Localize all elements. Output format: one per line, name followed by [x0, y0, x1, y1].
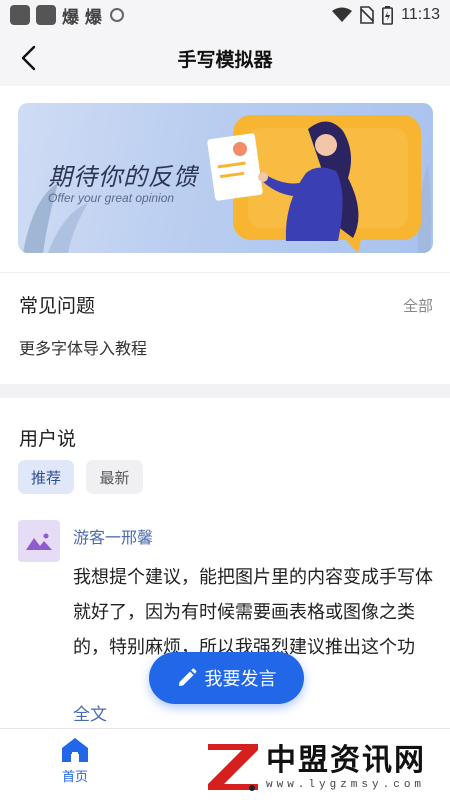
notification-icons: 爆 爆: [10, 3, 124, 28]
shield-icon: [109, 8, 124, 22]
watermark: 中盟资讯网 www.lygzmsy.com: [200, 736, 448, 798]
tab-latest[interactable]: 最新: [86, 460, 143, 494]
read-more-link[interactable]: 全文: [73, 700, 107, 725]
back-arrow-icon: [21, 45, 36, 71]
no-sim-icon: [360, 6, 374, 24]
fab-label: 我要发言: [204, 669, 277, 690]
image-placeholder-icon: [26, 533, 52, 550]
faq-all-link[interactable]: 全部: [403, 295, 433, 316]
faq-item[interactable]: 更多字体导入教程: [19, 335, 147, 359]
post-text: 我想提个建议，能把图片里的内容变成手写体就好了，因为有时候需要画表格或图像之类的…: [73, 567, 433, 658]
faq-section: 常见问题 全部 更多字体导入教程: [0, 272, 450, 384]
wifi-icon: [332, 7, 353, 22]
home-icon: [62, 738, 88, 762]
nav-home-label: 首页: [61, 770, 88, 785]
watermark-logo-icon: [202, 738, 264, 796]
app-notification-icon: [36, 5, 56, 25]
watermark-name: 中盟资讯网: [266, 743, 426, 778]
avatar[interactable]: [18, 520, 60, 562]
banner-section: 期待你的反馈 Offer your great opinion: [0, 86, 450, 272]
clock: 11:13: [401, 6, 440, 23]
banner-subtitle: Offer your great opinion: [48, 191, 175, 205]
app-bar: 手写模拟器: [0, 30, 450, 86]
app-notification-icon: [10, 5, 30, 25]
post-comment-button[interactable]: 我要发言: [149, 652, 304, 704]
notification-text: 爆 爆: [62, 7, 102, 28]
feedback-banner[interactable]: 期待你的反馈 Offer your great opinion: [18, 103, 433, 253]
post-username[interactable]: 游客一邢馨: [73, 524, 153, 548]
battery-icon: [382, 5, 394, 25]
tab-recommended[interactable]: 推荐: [18, 460, 74, 494]
section-title: 用户说: [19, 428, 77, 450]
pencil-icon: [178, 668, 196, 686]
page-title: 手写模拟器: [177, 48, 273, 71]
faq-title: 常见问题: [19, 295, 96, 317]
banner-title: 期待你的反馈: [48, 163, 198, 191]
nav-item-home[interactable]: 首页: [45, 737, 105, 793]
watermark-url: www.lygzmsy.com: [266, 779, 426, 791]
back-button[interactable]: [12, 42, 44, 74]
status-bar: 爆 爆 11:13: [0, 0, 450, 30]
